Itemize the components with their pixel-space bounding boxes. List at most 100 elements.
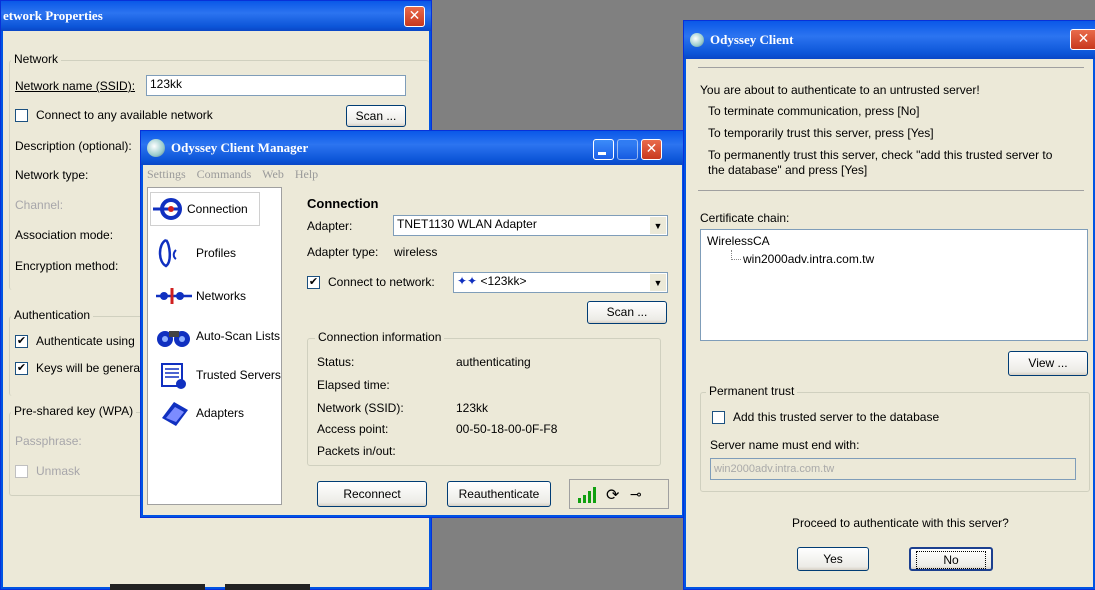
network-type-label: Network type: (15, 168, 89, 182)
close-button[interactable]: ✕ (1070, 29, 1095, 50)
server-name-input[interactable]: win2000adv.intra.com.tw (710, 458, 1076, 480)
network-icon: ✦✦ (457, 274, 478, 288)
adapter-type-value: wireless (394, 245, 438, 259)
nav-label: Trusted Servers (196, 368, 281, 382)
access-point-value: 00-50-18-00-0F-F8 (456, 422, 558, 436)
connect-network-label: Connect to network: (328, 275, 435, 289)
autoscan-icon (157, 331, 190, 347)
odyssey-logo-icon (147, 139, 165, 157)
status-tray: ⟳ ⊸ (569, 479, 669, 509)
key-icon: ⊸ (630, 486, 642, 502)
proceed-prompt: Proceed to authenticate with this server… (792, 516, 1009, 530)
maximize-button[interactable] (617, 139, 638, 160)
chevron-down-icon[interactable]: ▼ (649, 217, 666, 234)
menu-settings[interactable]: Settings (147, 167, 186, 181)
network-group-title: Network (11, 52, 62, 66)
taskbar-fragment (110, 584, 205, 590)
message-line-2: To terminate communication, press [No] (708, 104, 920, 118)
nav-label: Auto-Scan Lists (196, 329, 281, 343)
window-title: Odyssey Client Manager (171, 140, 309, 155)
top-divider (698, 67, 1084, 68)
psk-group-title: Pre-shared key (WPA) (11, 404, 137, 418)
nav-panel: Connection Profiles Networks Auto-Scan L… (147, 187, 282, 505)
keys-label: Keys will be generat (36, 361, 144, 375)
menu-bar: Settings Commands Web Help (147, 167, 318, 182)
nav-item-trusted-servers[interactable]: Trusted Servers (156, 360, 281, 390)
view-button[interactable]: View ... (1008, 351, 1088, 376)
unmask-checkbox[interactable] (15, 465, 28, 478)
signal-strength-icon (578, 487, 596, 503)
association-label: Association mode: (15, 228, 114, 242)
network-value: <123kk> (480, 274, 527, 288)
add-trusted-checkbox[interactable] (712, 411, 725, 424)
reauthenticate-button[interactable]: Reauthenticate (447, 481, 551, 507)
authenticate-checkbox[interactable]: ✔ (15, 335, 28, 348)
adapters-icon (162, 402, 188, 426)
odyssey-client-dialog: Odyssey Client ✕ You are about to authen… (683, 20, 1095, 590)
chain-leaf-node[interactable]: win2000adv.intra.com.tw (743, 252, 874, 266)
mid-divider (698, 190, 1084, 191)
server-name-label: Server name must end with: (710, 438, 860, 452)
window-title: etwork Properties (3, 8, 103, 23)
minimize-button[interactable] (593, 139, 614, 160)
connection-icon (153, 198, 182, 220)
permanent-trust-title: Permanent trust (706, 384, 798, 398)
nav-item-networks[interactable]: Networks (156, 281, 246, 311)
channel-label: Channel: (15, 198, 64, 212)
adapter-label: Adapter: (307, 219, 353, 233)
message-line-3: To temporarily trust this server, press … (708, 126, 934, 140)
taskbar-fragment (225, 584, 310, 590)
certificate-chain-tree[interactable]: WirelessCA win2000adv.intra.com.tw (700, 229, 1088, 341)
description-label: Description (optional): (15, 139, 132, 153)
reconnect-button[interactable]: Reconnect (317, 481, 427, 507)
client-manager-window: Odyssey Client Manager ✕ Settings Comman… (140, 130, 685, 518)
scan-button[interactable]: Scan ... (587, 301, 667, 324)
no-button[interactable]: No (909, 547, 993, 571)
message-line-1: You are about to authenticate to an untr… (700, 83, 980, 97)
menu-web[interactable]: Web (262, 167, 284, 181)
connect-any-label: Connect to any available network (36, 108, 213, 122)
keys-checkbox[interactable]: ✔ (15, 362, 28, 375)
connect-any-checkbox[interactable] (15, 109, 28, 122)
nav-item-profiles[interactable]: Profiles (156, 238, 236, 268)
add-trusted-label: Add this trusted server to the database (733, 410, 940, 424)
nav-label: Adapters (196, 406, 245, 420)
chain-root-node[interactable]: WirelessCA (707, 234, 770, 248)
no-button-label: No (916, 551, 986, 569)
tree-connector (731, 250, 741, 260)
odyssey-client-titlebar[interactable]: Odyssey Client (684, 21, 1095, 59)
message-line-5: the database" and press [Yes] (708, 163, 868, 177)
network-properties-titlebar[interactable]: etwork Properties (1, 1, 431, 31)
odyssey-logo-icon (690, 33, 704, 47)
elapsed-label: Elapsed time: (317, 378, 390, 392)
encryption-label: Encryption method: (15, 259, 119, 273)
status-value: authenticating (456, 355, 531, 369)
menu-help[interactable]: Help (295, 167, 318, 181)
adapter-type-label: Adapter type: (307, 245, 379, 259)
passphrase-label: Passphrase: (15, 434, 82, 448)
nav-label: Connection (187, 202, 248, 216)
chevron-down-icon[interactable]: ▼ (649, 274, 666, 291)
access-point-label: Access point: (317, 422, 389, 436)
close-button[interactable]: ✕ (641, 139, 662, 160)
connect-network-checkbox[interactable]: ✔ (307, 276, 320, 289)
nav-item-adapters[interactable]: Adapters (156, 398, 244, 428)
close-button[interactable]: ✕ (404, 6, 425, 27)
authenticating-icon: ⟳ (606, 487, 620, 504)
section-title: Connection (307, 196, 379, 211)
certificate-chain-label: Certificate chain: (700, 211, 790, 225)
nav-label: Networks (196, 289, 247, 303)
network-select[interactable]: ✦✦ <123kk> ▼ (453, 272, 668, 293)
yes-button[interactable]: Yes (797, 547, 869, 571)
nav-item-autoscan[interactable]: Auto-Scan Lists (156, 321, 280, 351)
unmask-label: Unmask (36, 464, 81, 478)
nav-item-connection[interactable]: Connection (150, 192, 260, 226)
ssid-input[interactable]: 123kk (146, 75, 406, 96)
adapter-select[interactable]: TNET1130 WLAN Adapter ▼ (393, 215, 668, 236)
scan-button[interactable]: Scan ... (346, 105, 406, 127)
authentication-group-title: Authentication (11, 308, 94, 322)
ssid-label: Network (SSID): (317, 401, 404, 415)
menu-commands[interactable]: Commands (197, 167, 252, 181)
networks-icon (156, 288, 192, 304)
ssid-value: 123kk (456, 401, 489, 415)
